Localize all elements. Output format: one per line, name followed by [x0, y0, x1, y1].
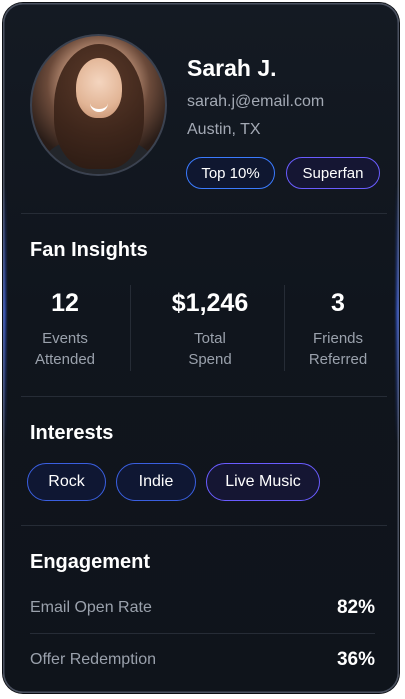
stat-label: Friends Referred: [308, 330, 368, 368]
stat-label: Events Attended: [34, 330, 96, 368]
engagement-label: Email Open Rate: [30, 599, 152, 616]
stat-value: $1,246: [171, 289, 249, 317]
divider: [21, 525, 387, 526]
divider: [21, 213, 387, 214]
avatar[interactable]: [30, 34, 167, 176]
engagement-value: 36%: [336, 649, 375, 670]
divider: [21, 396, 387, 397]
section-title-interests: Interests: [30, 422, 114, 444]
engagement-value: 82%: [336, 597, 375, 618]
stat-friends-referred: 3 Friends Referred: [288, 289, 388, 370]
fan-profile-card: Sarah J. sarah.j@email.com Austin, TX To…: [3, 3, 399, 693]
interest-chip-rock[interactable]: Rock: [27, 463, 106, 501]
profile-location: Austin, TX: [187, 121, 261, 138]
card-edge-glow-right: [396, 183, 399, 443]
stat-separator: [284, 285, 285, 371]
badge-top-percent: Top 10%: [186, 157, 275, 189]
engagement-label: Offer Redemption: [30, 651, 156, 668]
stat-separator: [130, 285, 131, 371]
section-title-engagement: Engagement: [30, 551, 151, 573]
stat-events-attended: 12 Events Attended: [13, 289, 117, 370]
interest-chip-live-music[interactable]: Live Music: [206, 463, 320, 501]
stat-total-spend: $1,246 Total Spend: [136, 289, 284, 370]
card-edge-glow-left: [3, 183, 6, 443]
interest-chip-indie[interactable]: Indie: [116, 463, 196, 501]
profile-email: sarah.j@email.com: [187, 93, 325, 110]
section-title-fan-insights: Fan Insights: [30, 239, 148, 261]
stat-value: 12: [51, 289, 79, 317]
divider: [30, 633, 375, 634]
stat-value: 3: [331, 289, 345, 317]
profile-name: Sarah J.: [187, 55, 277, 81]
stat-label: Total Spend: [188, 330, 232, 368]
badge-superfan: Superfan: [286, 157, 380, 189]
